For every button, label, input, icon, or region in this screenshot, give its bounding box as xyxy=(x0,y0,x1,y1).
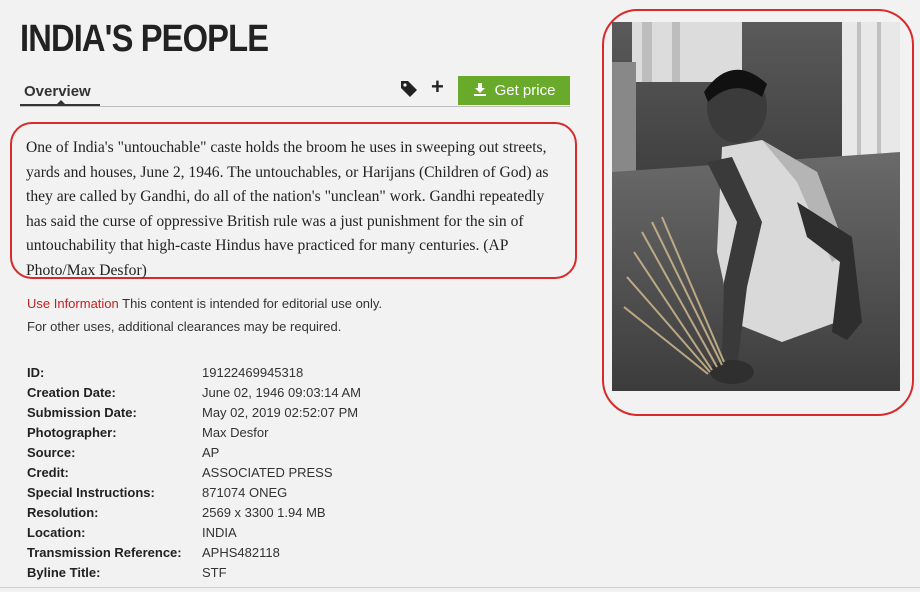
bottom-divider xyxy=(0,587,920,588)
metadata-label: Location: xyxy=(27,525,86,540)
tab-overview[interactable]: Overview xyxy=(24,83,91,100)
metadata-value: 2569 x 3300 1.94 MB xyxy=(202,505,326,520)
metadata-label: ID: xyxy=(27,365,45,380)
tab-active-indicator xyxy=(20,104,100,106)
use-information: Use Information This content is intended… xyxy=(27,296,382,311)
metadata-label: Resolution: xyxy=(27,505,99,520)
metadata-label: Source: xyxy=(27,445,76,460)
metadata-value: Max Desfor xyxy=(202,425,269,440)
metadata-value: APHS482118 xyxy=(202,545,280,560)
photo-caption: One of India's "untouchable" caste holds… xyxy=(26,139,549,279)
metadata-label: Submission Date: xyxy=(27,405,137,420)
tab-bar: Overview + Get price xyxy=(20,76,570,107)
metadata-value: ASSOCIATED PRESS xyxy=(202,465,333,480)
page-title: INDIA'S PEOPLE xyxy=(20,18,269,60)
metadata-value: 19122469945318 xyxy=(202,365,304,380)
metadata-row: Transmission Reference: APHS482118 xyxy=(27,545,361,565)
metadata-value: 871074 ONEG xyxy=(202,485,288,500)
metadata-row: ID: 19122469945318 xyxy=(27,365,361,385)
use-information-link[interactable]: Use Information xyxy=(27,296,119,311)
tab-notch xyxy=(57,100,65,104)
metadata-row: Submission Date: May 02, 2019 02:52:07 PM xyxy=(27,405,361,425)
metadata-row: Location: INDIA xyxy=(27,525,361,545)
metadata-value: AP xyxy=(202,445,220,460)
metadata-row: Creation Date: June 02, 1946 09:03:14 AM xyxy=(27,385,361,405)
metadata-table: ID: 19122469945318 Creation Date: June 02,… xyxy=(27,365,361,585)
plus-icon[interactable]: + xyxy=(431,76,444,98)
use-information-text: This content is intended for editorial u… xyxy=(122,296,383,311)
metadata-row: Photographer: Max Desfor xyxy=(27,425,361,445)
metadata-value: June 02, 1946 09:03:14 AM xyxy=(202,385,362,400)
metadata-label: Photographer: xyxy=(27,425,117,440)
get-price-button[interactable]: Get price xyxy=(458,76,570,105)
download-icon xyxy=(473,82,487,100)
get-price-label: Get price xyxy=(494,82,556,99)
metadata-row: Byline Title: STF xyxy=(27,565,361,585)
metadata-value: STF xyxy=(202,565,227,580)
metadata-row: Source: AP xyxy=(27,445,361,465)
metadata-label: Special Instructions: xyxy=(27,485,155,500)
tag-icon[interactable] xyxy=(400,80,418,98)
use-information-note: For other uses, additional clearances ma… xyxy=(27,319,342,334)
metadata-row: Resolution: 2569 x 3300 1.94 MB xyxy=(27,505,361,525)
metadata-value: May 02, 2019 02:52:07 PM xyxy=(202,405,359,420)
news-photo[interactable] xyxy=(612,22,900,391)
metadata-value: INDIA xyxy=(202,525,237,540)
metadata-label: Transmission Reference: xyxy=(27,545,182,560)
metadata-label: Creation Date: xyxy=(27,385,116,400)
metadata-row: Credit: ASSOCIATED PRESS xyxy=(27,465,361,485)
metadata-row: Special Instructions: 871074 ONEG xyxy=(27,485,361,505)
metadata-label: Credit: xyxy=(27,465,69,480)
metadata-label: Byline Title: xyxy=(27,565,101,580)
